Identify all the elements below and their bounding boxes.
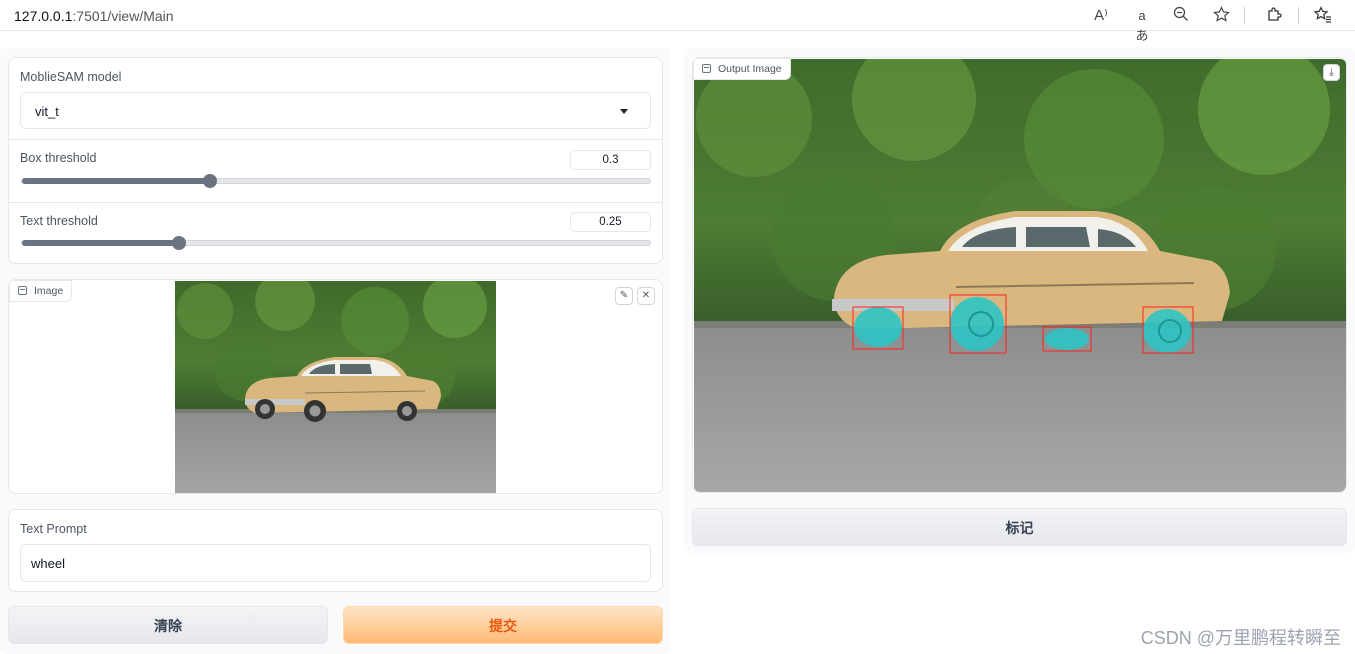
text-threshold-input[interactable]: 0.25	[570, 212, 651, 232]
model-value: vit_t	[35, 104, 59, 119]
extensions-icon[interactable]	[1264, 6, 1284, 26]
watermark-text: CSDN @万里鹏程转瞬至	[1140, 628, 1341, 648]
settings-panel: MoblieSAM model vit_t Box threshold 0.3 …	[8, 57, 663, 264]
divider	[9, 202, 663, 203]
image-tag: Image	[9, 280, 73, 302]
text-threshold-fill	[22, 240, 179, 246]
image-icon	[18, 286, 27, 295]
translate-icon[interactable]: aあ	[1132, 6, 1152, 43]
output-image	[694, 59, 1346, 492]
input-column: MoblieSAM model vit_t Box threshold 0.3 …	[0, 48, 671, 654]
chevron-down-icon	[620, 109, 628, 114]
text-threshold-label: Text threshold	[20, 214, 98, 228]
text-threshold-slider[interactable]	[21, 236, 651, 250]
box-threshold-label: Box threshold	[20, 151, 97, 165]
favorite-star-icon[interactable]	[1211, 6, 1231, 26]
box-threshold-handle[interactable]	[203, 174, 218, 188]
favorites-list-icon[interactable]	[1313, 6, 1333, 26]
model-dropdown[interactable]: vit_t	[20, 92, 651, 129]
box-threshold-input[interactable]: 0.3	[570, 150, 651, 170]
close-icon[interactable]: ✕	[637, 287, 655, 305]
text-threshold-handle[interactable]	[172, 236, 186, 250]
input-image-panel[interactable]: Image ✎ ✕	[8, 279, 663, 494]
toolbar-divider	[1298, 7, 1299, 24]
box-threshold-fill	[22, 178, 211, 184]
text-prompt-value: wheel	[31, 556, 65, 571]
divider	[9, 139, 663, 140]
image-icon	[702, 64, 711, 73]
model-label: MoblieSAM model	[20, 70, 122, 84]
toolbar-divider	[1244, 7, 1245, 24]
submit-button[interactable]: 提交	[343, 606, 663, 644]
pencil-icon[interactable]: ✎	[615, 287, 633, 305]
box-threshold-slider[interactable]	[21, 174, 651, 188]
text-prompt-input[interactable]: wheel	[20, 544, 651, 582]
input-image	[175, 281, 496, 493]
output-image-panel: Output Image ⤓	[692, 57, 1347, 493]
read-aloud-icon[interactable]: A⁾	[1091, 6, 1111, 26]
address-bar[interactable]: 127.0.0.1:7501/view/Main A⁾ aあ	[0, 0, 1355, 43]
url-text[interactable]: 127.0.0.1:7501/view/Main	[14, 8, 174, 24]
output-column: Output Image ⤓ 标记	[684, 48, 1355, 553]
zoom-icon[interactable]	[1171, 6, 1191, 26]
text-prompt-panel: Text Prompt wheel	[8, 509, 663, 592]
annotate-button[interactable]: 标记	[692, 508, 1347, 546]
download-icon[interactable]: ⤓	[1323, 64, 1340, 81]
clear-button[interactable]: 清除	[8, 606, 328, 644]
output-image-tag: Output Image	[693, 58, 791, 80]
text-prompt-label: Text Prompt	[20, 522, 87, 536]
